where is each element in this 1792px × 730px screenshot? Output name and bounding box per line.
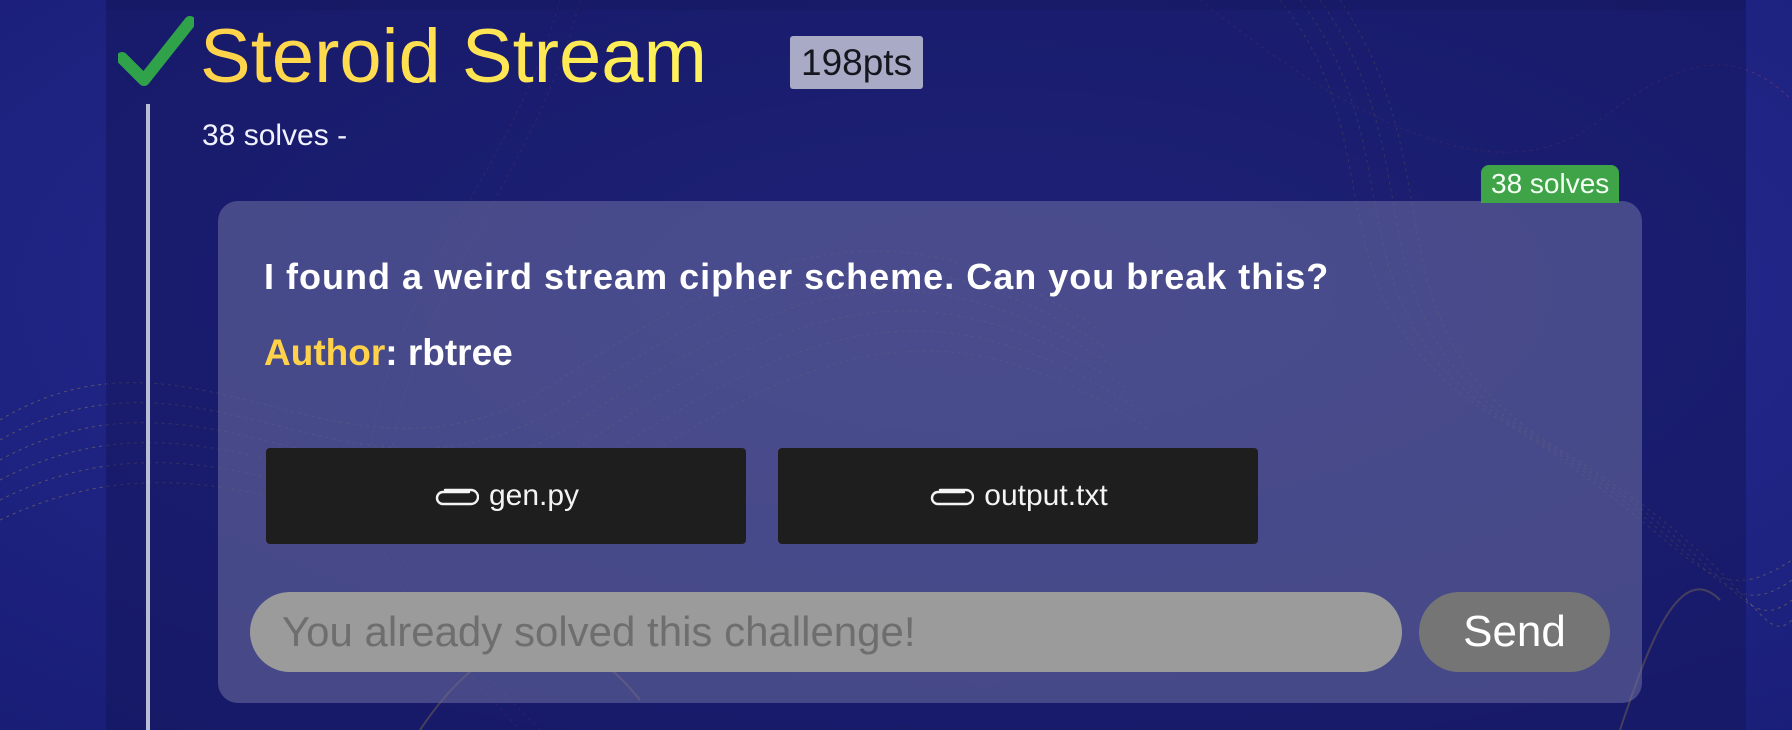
column-top-edge [106,0,1746,10]
points-badge: 198pts [790,36,924,89]
challenge-title: Steroid Stream [200,12,707,102]
challenge-description: I found a weird stream cipher scheme. Ca… [264,256,1330,297]
timeline-line [146,104,150,730]
paperclip-icon [931,488,975,506]
file-name: gen.py [488,479,580,512]
paperclip-icon [435,488,479,506]
file-download-button-output-txt[interactable]: output.txt [778,448,1258,544]
author-separator: : [385,332,408,373]
author-name: rbtree [407,332,513,373]
author-label: Author [264,332,386,373]
file-download-button-gen-py[interactable]: gen.py [266,448,746,544]
solves-tag: 38 solves [1481,165,1620,203]
author-row: Author: rbtree [264,328,513,378]
flag-input[interactable] [250,592,1402,672]
file-name: output.txt [984,479,1108,512]
solves-summary: 38 solves - [202,119,348,152]
check-icon [118,16,194,86]
send-button[interactable]: Send [1419,592,1610,672]
